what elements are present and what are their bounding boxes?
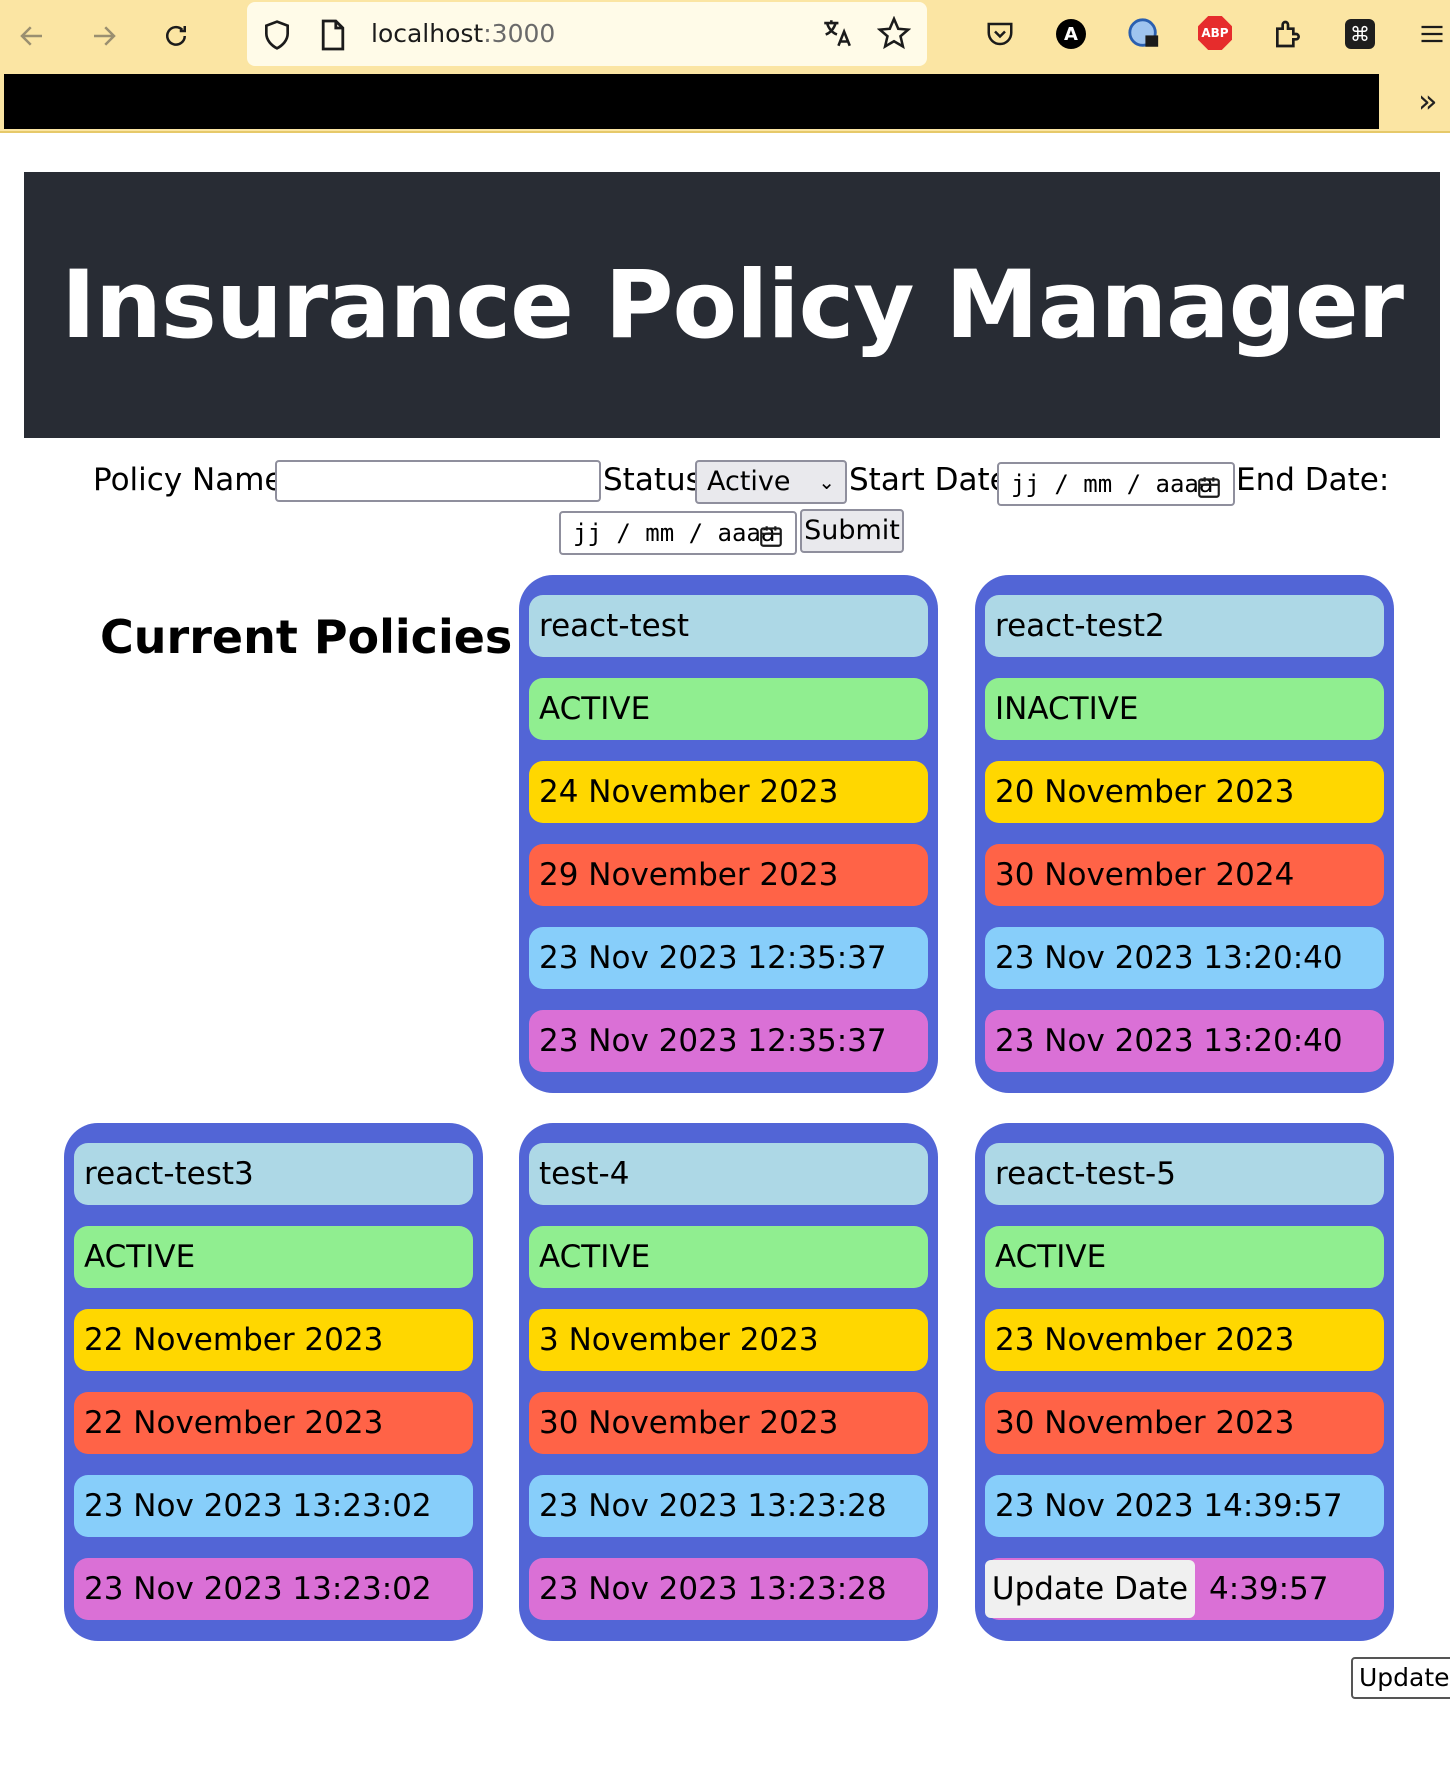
policy-name: react-test2 <box>985 595 1384 657</box>
address-bar[interactable]: localhost:3000 <box>247 2 927 66</box>
policy-updated-at: 23 Nov 2023 12:35:37 <box>529 1010 928 1072</box>
policy-created-at: 23 Nov 2023 14:39:57 <box>985 1475 1384 1537</box>
extension-a-icon[interactable]: A <box>1056 19 1086 49</box>
policy-name: test-4 <box>529 1143 928 1205</box>
policy-card: react-test ACTIVE 24 November 2023 29 No… <box>519 575 938 1093</box>
status-select-value: Active <box>707 466 791 497</box>
update-button[interactable]: Update D <box>1351 1657 1450 1699</box>
reload-icon[interactable] <box>154 14 198 58</box>
submit-button[interactable]: Submit <box>800 509 904 553</box>
policy-start-date: 20 November 2023 <box>985 761 1384 823</box>
policy-name: react-test3 <box>74 1143 473 1205</box>
translate-icon[interactable] <box>820 16 854 54</box>
policy-start-date: 3 November 2023 <box>529 1309 928 1371</box>
bookmark-star-icon[interactable] <box>876 15 912 54</box>
calendar-icon[interactable] <box>757 521 785 561</box>
policy-updated-at: 23 Nov 2023 13:20:40 <box>985 1010 1384 1072</box>
policy-start-date: 24 November 2023 <box>529 761 928 823</box>
status-select[interactable]: Active ⌄ <box>695 460 847 504</box>
policy-name-input[interactable] <box>275 460 601 502</box>
page-title: Insurance Policy Manager <box>60 250 1404 360</box>
policy-end-date: 29 November 2023 <box>529 844 928 906</box>
end-date-label: End Date: <box>1236 462 1390 498</box>
policy-end-date: 22 November 2023 <box>74 1392 473 1454</box>
page-icon <box>319 18 347 56</box>
policy-card: test-4 ACTIVE 3 November 2023 30 Novembe… <box>519 1123 938 1641</box>
policy-status: ACTIVE <box>74 1226 473 1288</box>
policy-status: INACTIVE <box>985 678 1384 740</box>
extensions-puzzle-icon[interactable] <box>1270 16 1306 52</box>
policy-updated-at: 23 Nov 2023 13:23:28 <box>529 1558 928 1620</box>
url-text[interactable]: localhost:3000 <box>371 19 555 48</box>
policy-status: ACTIVE <box>985 1226 1384 1288</box>
bookmarks-bar <box>4 74 1379 129</box>
menu-icon[interactable] <box>1414 16 1450 52</box>
section-title: Current Policies <box>100 610 513 664</box>
policy-end-date: 30 November 2023 <box>985 1392 1384 1454</box>
back-icon[interactable] <box>10 14 54 58</box>
policy-created-at: 23 Nov 2023 13:20:40 <box>985 927 1384 989</box>
start-date-placeholder: jj / mm / aaaa <box>1011 470 1214 498</box>
start-date-label: Start Date: <box>849 462 1020 498</box>
pocket-icon[interactable] <box>982 16 1018 52</box>
policy-card: react-test3 ACTIVE 22 November 2023 22 N… <box>64 1123 483 1641</box>
chevron-more-icon[interactable]: » <box>1418 82 1438 120</box>
policy-created-at: 23 Nov 2023 13:23:28 <box>529 1475 928 1537</box>
end-date-placeholder: jj / mm / aaaa <box>573 519 776 547</box>
end-date-input[interactable]: jj / mm / aaaa <box>559 511 797 555</box>
extension-globe-lock-icon[interactable] <box>1126 16 1162 52</box>
policy-end-date: 30 November 2024 <box>985 844 1384 906</box>
policy-card: react-test2 INACTIVE 20 November 2023 30… <box>975 575 1394 1093</box>
chevron-down-icon: ⌄ <box>818 470 835 494</box>
policy-status: ACTIVE <box>529 1226 928 1288</box>
policy-start-date: 23 November 2023 <box>985 1309 1384 1371</box>
policy-card: react-test-5 ACTIVE 23 November 2023 30 … <box>975 1123 1394 1641</box>
shield-icon[interactable] <box>261 18 293 56</box>
app-header: Insurance Policy Manager <box>24 172 1440 438</box>
policy-end-date: 30 November 2023 <box>529 1392 928 1454</box>
start-date-input[interactable]: jj / mm / aaaa <box>997 462 1235 506</box>
policy-name: react-test <box>529 595 928 657</box>
policy-created-at: 23 Nov 2023 13:23:02 <box>74 1475 473 1537</box>
policy-name-label: Policy Name: <box>93 462 294 498</box>
policy-updated-at: 23 Nov 2023 13:23:02 <box>74 1558 473 1620</box>
policy-start-date: 22 November 2023 <box>74 1309 473 1371</box>
update-date-button[interactable]: Update Date <box>985 1560 1195 1618</box>
policy-name: react-test-5 <box>985 1143 1384 1205</box>
policy-status: ACTIVE <box>529 678 928 740</box>
extension-command-icon[interactable]: ⌘ <box>1345 19 1375 49</box>
policy-created-at: 23 Nov 2023 12:35:37 <box>529 927 928 989</box>
browser-toolbar: localhost:3000 A ABP ⌘ » <box>0 0 1450 133</box>
forward-icon[interactable] <box>82 14 126 58</box>
adblock-plus-icon[interactable]: ABP <box>1198 16 1232 50</box>
calendar-icon[interactable] <box>1195 472 1223 512</box>
toolbar-divider <box>0 131 1450 133</box>
